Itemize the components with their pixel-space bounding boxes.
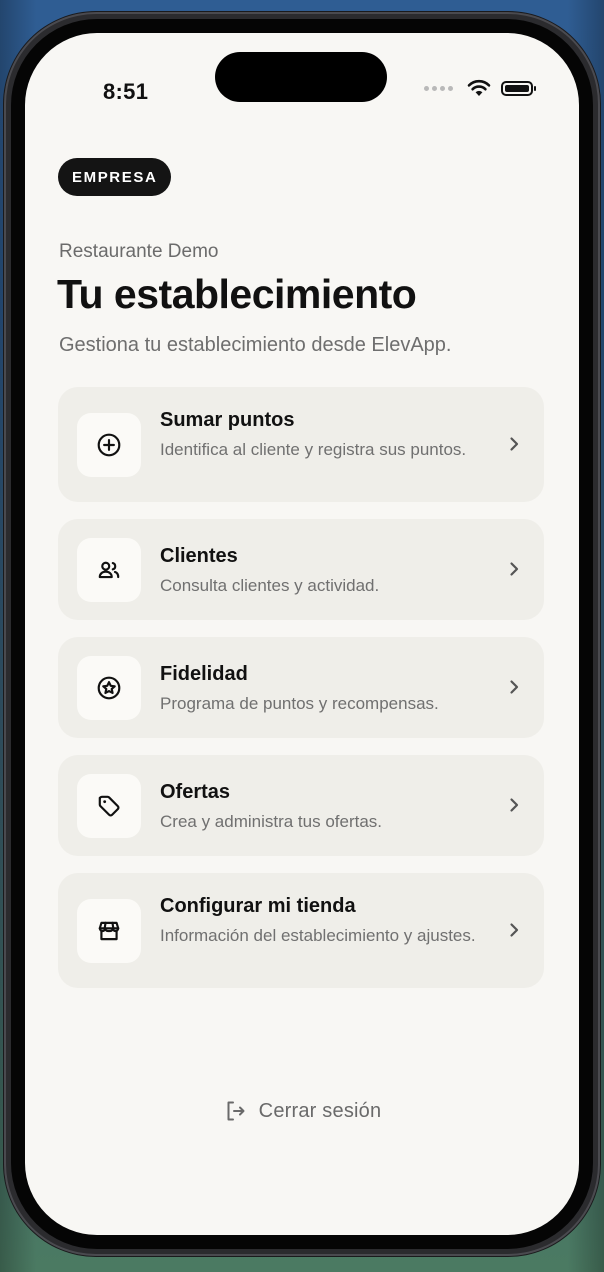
card-text: Clientes Consulta clientes y actividad. (160, 545, 480, 597)
card-icon-container (77, 656, 141, 720)
status-time: 8:51 (103, 79, 149, 104)
menu-card-configurar-tienda[interactable]: Configurar mi tienda Información del est… (58, 873, 544, 988)
card-text: Configurar mi tienda Información del est… (160, 895, 480, 947)
card-description: Identifica al cliente y registra sus pun… (160, 440, 467, 459)
logout-label: Cerrar sesión (258, 1099, 382, 1122)
card-icon-container (77, 774, 141, 838)
status-icons (424, 79, 536, 97)
page-description: Gestiona tu establecimiento desde ElevAp… (59, 334, 452, 356)
menu-card-sumar-puntos[interactable]: Sumar puntos Identifica al cliente y reg… (58, 387, 544, 502)
card-icon-container (77, 538, 141, 602)
card-description: Información del establecimiento y ajuste… (160, 926, 476, 945)
card-description: Consulta clientes y actividad. (160, 576, 380, 595)
card-text: Fidelidad Programa de puntos y recompens… (160, 663, 480, 715)
logout-button[interactable]: Cerrar sesión (25, 1099, 579, 1123)
tag-icon (98, 795, 120, 817)
card-text: Ofertas Crea y administra tus ofertas. (160, 781, 480, 833)
business-name: Restaurante Demo (59, 241, 219, 262)
company-badge: EMPRESA (58, 158, 172, 196)
chevron-right-icon (506, 922, 522, 938)
card-description: Crea y administra tus ofertas. (160, 812, 383, 831)
card-icon-container (77, 413, 141, 477)
star-badge-icon (97, 676, 121, 700)
card-title: Fidelidad (160, 663, 248, 685)
battery-icon (501, 80, 536, 96)
logout-icon (227, 1101, 245, 1121)
card-title: Clientes (160, 545, 238, 567)
app-screen: 8:51 EMPRESA Restaurante Demo Tu estable… (25, 33, 579, 1235)
card-title: Sumar puntos (160, 409, 295, 431)
card-text: Sumar puntos Identifica al cliente y reg… (160, 409, 480, 461)
cellular-signal-icon (424, 85, 453, 91)
card-icon-container (77, 899, 141, 963)
menu-card-fidelidad[interactable]: Fidelidad Programa de puntos y recompens… (58, 637, 544, 738)
store-icon (98, 921, 120, 941)
card-title: Configurar mi tienda (160, 895, 356, 917)
chevron-right-icon (506, 436, 522, 452)
dynamic-island (215, 52, 387, 102)
wifi-icon (467, 79, 491, 96)
page-title: Tu establecimiento (57, 271, 417, 317)
chevron-right-icon (506, 561, 522, 577)
card-title: Ofertas (160, 781, 231, 803)
chevron-right-icon (506, 679, 522, 695)
users-icon (98, 561, 120, 579)
menu-card-ofertas[interactable]: Ofertas Crea y administra tus ofertas. (58, 755, 544, 856)
chevron-right-icon (506, 797, 522, 813)
card-description: Programa de puntos y recompensas. (160, 694, 439, 713)
plus-circle-icon (97, 433, 121, 457)
menu-card-clientes[interactable]: Clientes Consulta clientes y actividad. (58, 519, 544, 620)
